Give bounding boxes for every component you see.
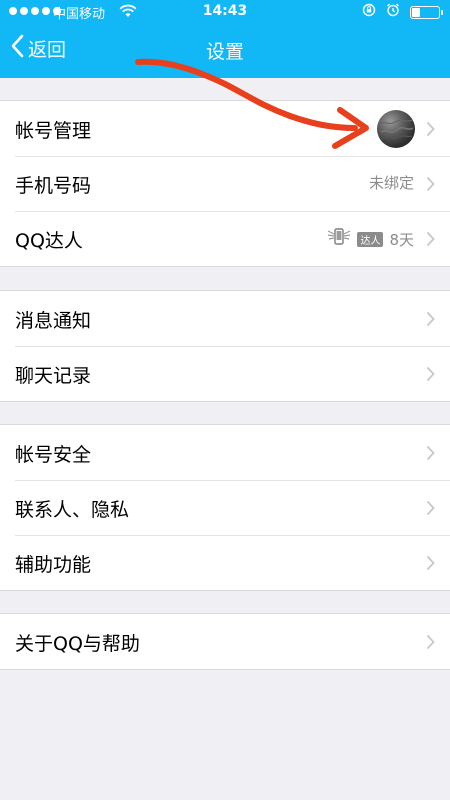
rotation-lock-icon — [362, 3, 376, 21]
account-section: 帐号管理 手机号码 未绑定 QQ达人 达人 8天 — [0, 100, 450, 267]
qq-talent-row[interactable]: QQ达人 达人 8天 — [0, 211, 450, 266]
chevron-right-icon — [426, 121, 435, 141]
row-label: 聊天记录 — [15, 365, 92, 387]
row-label: 联系人、隐私 — [15, 499, 130, 521]
chevron-right-icon — [426, 231, 435, 251]
security-section: 帐号安全 联系人、隐私 辅助功能 — [0, 424, 450, 591]
chevron-right-icon — [426, 176, 435, 196]
account-security-row[interactable]: 帐号安全 — [0, 425, 450, 480]
chevron-right-icon — [426, 500, 435, 520]
chevron-right-icon — [426, 555, 435, 575]
winged-phone-icon — [327, 227, 351, 251]
about-section: 关于QQ与帮助 — [0, 613, 450, 670]
chat-history-row[interactable]: 聊天记录 — [0, 346, 450, 401]
row-label: QQ达人 — [15, 230, 83, 252]
message-notification-row[interactable]: 消息通知 — [0, 291, 450, 346]
row-label: 帐号管理 — [15, 120, 92, 142]
row-label: 帐号安全 — [15, 444, 92, 466]
chevron-right-icon — [426, 311, 435, 331]
chevron-right-icon — [426, 445, 435, 465]
header: 中国移动 14:43 返回 设置 — [0, 0, 450, 78]
row-label: 手机号码 — [15, 175, 92, 197]
contacts-privacy-row[interactable]: 联系人、隐私 — [0, 480, 450, 535]
status-bar: 中国移动 14:43 — [0, 0, 450, 24]
phone-status: 未绑定 — [368, 174, 414, 192]
account-management-row[interactable]: 帐号管理 — [0, 101, 450, 156]
talent-days: 8天 — [389, 230, 414, 249]
row-label: 辅助功能 — [15, 554, 92, 576]
page-title: 设置 — [205, 41, 244, 63]
nav-bar: 返回 设置 — [0, 24, 450, 78]
accessibility-row[interactable]: 辅助功能 — [0, 535, 450, 590]
talent-badge: 达人 — [357, 231, 384, 247]
row-label: 关于QQ与帮助 — [15, 633, 140, 655]
about-help-row[interactable]: 关于QQ与帮助 — [0, 614, 450, 669]
messages-section: 消息通知 聊天记录 — [0, 290, 450, 402]
row-label: 消息通知 — [15, 310, 92, 332]
battery-icon — [410, 5, 443, 19]
alarm-icon — [386, 3, 400, 21]
avatar — [377, 110, 415, 148]
chevron-right-icon — [426, 366, 435, 386]
phone-number-row[interactable]: 手机号码 未绑定 — [0, 156, 450, 211]
chevron-right-icon — [426, 634, 435, 654]
